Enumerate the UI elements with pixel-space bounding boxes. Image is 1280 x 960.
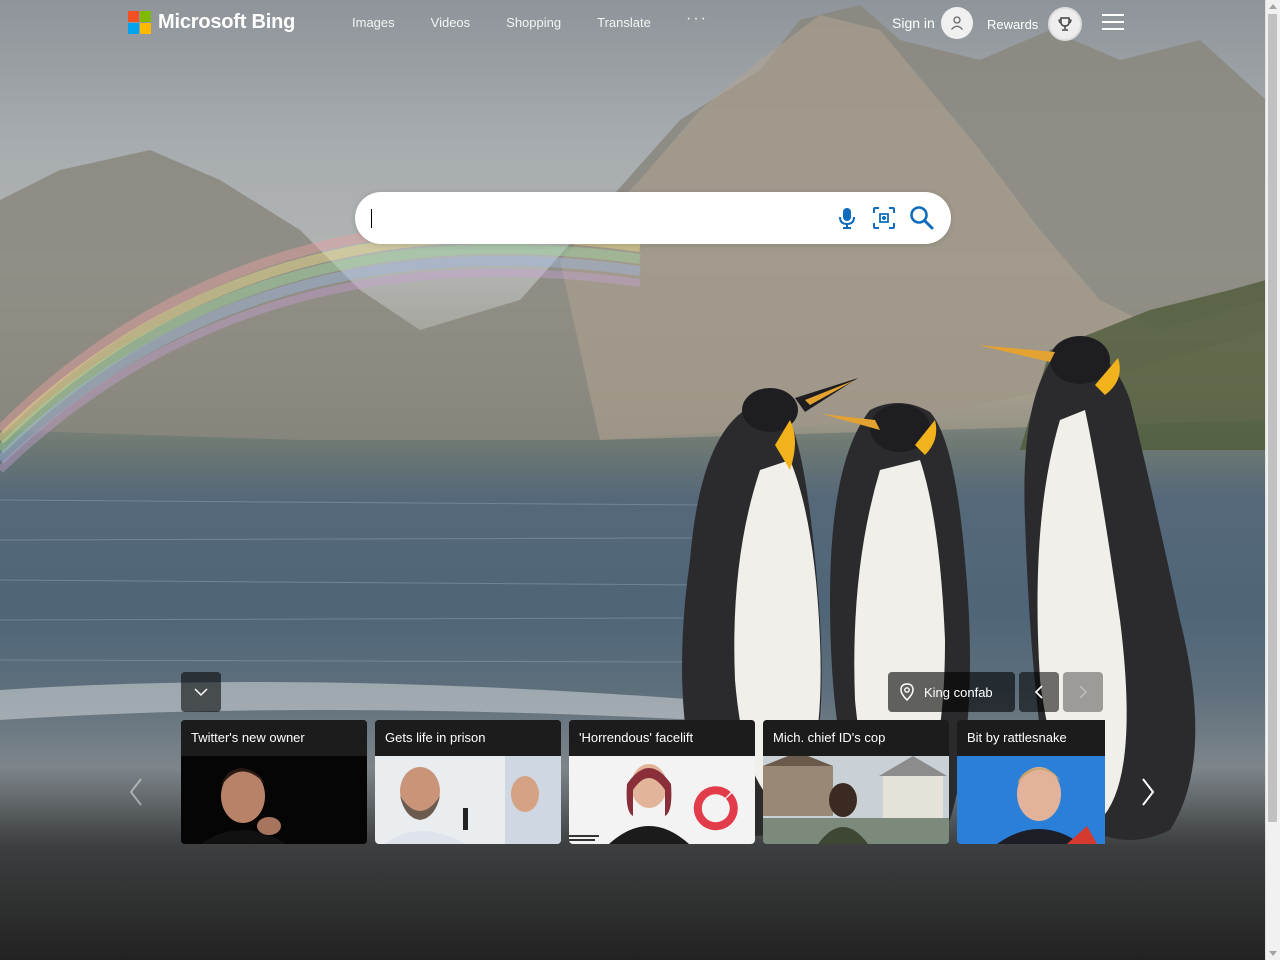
rewards-trophy-icon	[1048, 7, 1083, 41]
scroll-up-arrow-icon[interactable]	[1269, 4, 1277, 9]
sign-in-button[interactable]: Sign in	[892, 7, 973, 39]
news-card-image	[375, 756, 561, 844]
news-card-title: Gets life in prison	[375, 720, 561, 756]
location-pin-icon	[900, 683, 914, 701]
news-card[interactable]: Gets life in prison	[375, 720, 561, 844]
chevron-right-icon	[1079, 685, 1088, 699]
next-image-button[interactable]	[1063, 672, 1103, 712]
search-box	[355, 192, 951, 244]
previous-image-button[interactable]	[1019, 672, 1059, 712]
chevron-left-icon	[129, 778, 142, 806]
news-card[interactable]: 'Horrendous' facelift	[569, 720, 755, 844]
search-icon[interactable]	[908, 204, 936, 232]
page-scrollbar[interactable]	[1265, 0, 1280, 960]
logo-text: Microsoft Bing	[158, 10, 296, 33]
nav-images[interactable]: Images	[352, 15, 395, 30]
collapse-feed-button[interactable]	[181, 672, 221, 712]
microsoft-logo-icon	[128, 10, 151, 34]
microphone-icon[interactable]	[833, 204, 861, 232]
chevron-right-icon	[1142, 778, 1155, 806]
scroll-down-arrow-icon[interactable]	[1269, 951, 1277, 956]
top-header: Microsoft Bing Images Videos Shopping Tr…	[0, 0, 1266, 46]
hamburger-icon[interactable]	[1102, 14, 1124, 30]
nav-translate[interactable]: Translate	[597, 15, 651, 30]
rewards-label: Rewards	[987, 16, 1039, 32]
search-input[interactable]	[371, 202, 815, 236]
nav-more-button[interactable]: ···	[686, 10, 708, 28]
visual-search-icon[interactable]	[870, 204, 898, 232]
news-card[interactable]: Bit by rattlesnake	[957, 720, 1105, 844]
news-card-image	[569, 756, 755, 844]
news-carousel: Twitter's new owner Gets life in prison …	[181, 720, 1105, 844]
news-card[interactable]: Twitter's new owner	[181, 720, 367, 844]
news-card-image	[763, 756, 949, 844]
news-card-title: Twitter's new owner	[181, 720, 367, 756]
scrollbar-thumb[interactable]	[1268, 14, 1277, 822]
news-card-title: Mich. chief ID's cop	[763, 720, 949, 756]
news-carousel-prev-button[interactable]	[124, 776, 148, 808]
news-card[interactable]: Mich. chief ID's cop	[763, 720, 949, 844]
chevron-left-icon	[1034, 685, 1043, 699]
top-nav: Images Videos Shopping Translate	[352, 15, 687, 30]
news-card-image	[957, 756, 1105, 844]
bing-logo[interactable]: Microsoft Bing	[128, 10, 295, 34]
image-location-label: King confab	[924, 684, 993, 700]
nav-videos[interactable]: Videos	[431, 15, 471, 30]
image-info-button[interactable]: King confab	[888, 672, 1015, 712]
news-card-image	[181, 756, 367, 844]
rewards-button[interactable]: Rewards	[987, 7, 1083, 41]
user-avatar-icon	[940, 7, 973, 39]
text-caret	[371, 209, 372, 228]
nav-shopping[interactable]: Shopping	[506, 15, 561, 30]
chevron-down-icon	[194, 688, 208, 697]
news-card-title: Bit by rattlesnake	[957, 720, 1105, 756]
sign-in-label: Sign in	[892, 15, 935, 31]
news-card-title: 'Horrendous' facelift	[569, 720, 755, 756]
news-carousel-next-button[interactable]	[1136, 776, 1160, 808]
